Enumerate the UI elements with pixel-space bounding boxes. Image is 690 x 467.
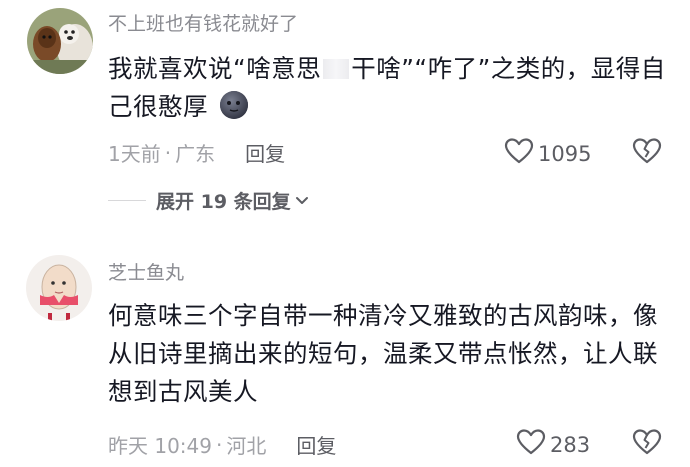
comment-text: 何意味三个字自带一种清冷又雅致的古风韵味，像从旧诗里摘出来的短句，温柔又带点怅然… <box>108 301 658 406</box>
reply-button[interactable]: 回复 <box>245 138 285 167</box>
dislike-button[interactable] <box>632 137 662 169</box>
moon-face-emoji <box>218 89 250 121</box>
comment-username[interactable]: 芝士鱼丸 <box>108 258 184 285</box>
chevron-down-icon <box>295 196 309 206</box>
heart-icon <box>516 428 550 461</box>
comment-meta: 1天前 · 广东 回复 <box>108 138 285 167</box>
like-button[interactable]: 1095 <box>504 137 591 170</box>
redacted-text <box>323 59 350 79</box>
dislike-button[interactable] <box>632 428 662 460</box>
divider <box>108 200 146 201</box>
like-count: 1095 <box>538 141 592 166</box>
heart-icon <box>504 137 538 170</box>
meta-separator: · <box>216 432 223 457</box>
comment-item: 不上班也有钱花就好了 我就喜欢说“啥意思 干啥”“咋了”之类的，显得自己很憨厚 1… <box>0 0 690 220</box>
comment-item: 芝士鱼丸 何意味三个字自带一种清冷又雅致的古风韵味，像从旧诗里摘出来的短句，温柔… <box>0 247 690 467</box>
like-count: 283 <box>550 432 591 457</box>
comment-location: 广东 <box>175 142 216 166</box>
comment-meta: 昨天 10:49 · 河北 回复 <box>108 430 336 459</box>
comment-text-part1: 我就喜欢说“啥意思 <box>108 54 322 83</box>
comment-time: 1天前 <box>108 142 161 166</box>
expand-replies-button[interactable]: 展开 19 条回复 <box>108 187 309 214</box>
avatar[interactable] <box>26 255 92 321</box>
broken-heart-icon <box>632 429 662 460</box>
comment-location: 河北 <box>226 434 267 458</box>
comment-time: 昨天 10:49 <box>108 434 212 458</box>
reply-button[interactable]: 回复 <box>296 430 336 459</box>
comment-username[interactable]: 不上班也有钱花就好了 <box>108 9 298 36</box>
expand-replies-label: 展开 19 条回复 <box>156 191 291 213</box>
like-button[interactable]: 283 <box>516 428 590 461</box>
comment-text: 我就喜欢说“啥意思 干啥”“咋了”之类的，显得自己很憨厚 <box>108 50 668 126</box>
meta-separator: · <box>164 140 172 165</box>
avatar[interactable] <box>27 8 93 74</box>
broken-heart-icon <box>632 138 662 169</box>
